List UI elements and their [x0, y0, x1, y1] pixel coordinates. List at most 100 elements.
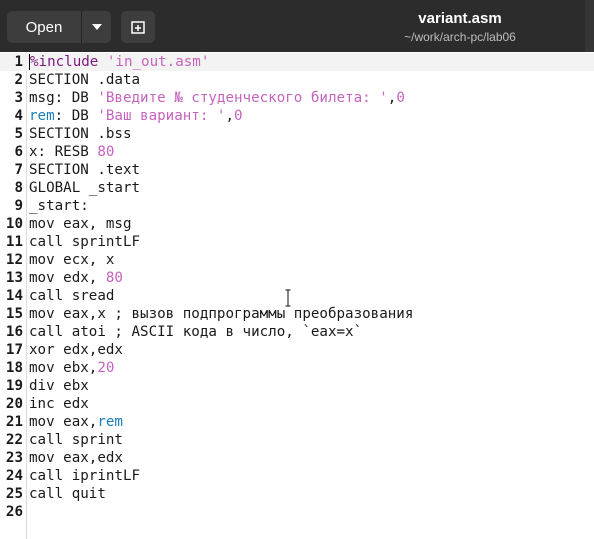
code-token: mov eax, msg — [29, 216, 132, 232]
line-number: 17 — [5, 342, 23, 358]
line-number: 23 — [5, 450, 23, 466]
line-number: 8 — [14, 180, 23, 196]
line-number: 26 — [5, 504, 23, 520]
line-number: 20 — [5, 396, 23, 412]
code-text: call iprintLF — [29, 467, 140, 485]
line-number: 9 — [14, 198, 23, 214]
code-text: mov eax,x ; вызов подпрограммы преобразо… — [29, 305, 413, 323]
code-token: : DB — [54, 108, 98, 124]
code-text: call sprint — [29, 431, 123, 449]
line-number: 11 — [5, 234, 23, 250]
new-tab-icon — [131, 21, 145, 34]
line-number: 13 — [5, 270, 23, 286]
code-text: rem: DB 'Ваш вариант: ',0 — [29, 107, 243, 125]
code-token: mov ebx, — [29, 360, 98, 376]
code-token: xor edx,edx — [29, 342, 123, 358]
code-token: call atoi ; ASCII кода в число, `eax=x` — [29, 324, 363, 340]
code-token: call quit — [29, 486, 106, 502]
line-number: 5 — [14, 126, 23, 142]
open-button[interactable]: Open — [7, 11, 82, 43]
code-token: call sprint — [29, 432, 123, 448]
line-number: 1 — [14, 54, 23, 70]
code-token: SECTION .data — [29, 72, 141, 88]
code-token: mov eax,x ; вызов подпрограммы преобразо… — [29, 306, 414, 322]
code-token: rem — [97, 414, 123, 430]
code-text: x: RESB 80 — [29, 143, 114, 161]
line-number: 22 — [5, 432, 23, 448]
code-token: mov eax, — [29, 414, 98, 430]
line-number: 14 — [5, 288, 23, 304]
code-token: 20 — [97, 360, 115, 376]
code-text: call quit — [29, 485, 106, 503]
code-editor[interactable]: 1 %include 'in_out.asm' 2 SECTION .data 3 msg… — [0, 52, 594, 539]
text-cursor-icon — [285, 289, 291, 307]
line-number: 18 — [5, 360, 23, 376]
code-token: 0 — [234, 108, 243, 124]
code-text: inc edx — [29, 395, 89, 413]
code-text: %include 'in_out.asm' — [29, 53, 209, 71]
open-menu-button[interactable] — [82, 11, 111, 43]
code-token: mov ecx, x — [29, 252, 115, 268]
code-text: div ebx — [29, 377, 89, 395]
header-bar: Open variant.asm ~/work/arch-pc/lab06 — [0, 0, 594, 52]
code-token: %include — [30, 54, 107, 70]
code-text: SECTION .text — [29, 161, 140, 179]
code-token: 0 — [396, 90, 405, 106]
code-token: inc edx — [29, 396, 89, 412]
line-number: 2 — [14, 72, 23, 88]
code-token: 80 — [97, 144, 115, 160]
code-text: mov ebx,20 — [29, 359, 114, 377]
line-number: 7 — [14, 162, 23, 178]
code-text: xor edx,edx — [29, 341, 123, 359]
line-number: 19 — [5, 378, 23, 394]
code-token: 'Введите № студенческого билета: ' — [97, 90, 388, 106]
code-token: mov edx, — [29, 270, 106, 286]
code-token: SECTION .bss — [29, 126, 132, 142]
code-text: call atoi ; ASCII кода в число, `eax=x` — [29, 323, 362, 341]
file-name: variant.asm — [418, 10, 502, 27]
code-token: div ebx — [29, 378, 89, 394]
line-number: 3 — [14, 90, 23, 106]
open-button-group: Open — [7, 11, 111, 43]
line-number: 4 — [14, 108, 23, 124]
code-text: msg: DB 'Введите № студенческого билета:… — [29, 89, 405, 107]
code-text: GLOBAL _start — [29, 179, 140, 197]
code-token: msg: DB — [29, 90, 98, 106]
line-number: 15 — [5, 306, 23, 322]
code-text: mov edx, 80 — [29, 269, 123, 287]
line-number: 25 — [5, 486, 23, 502]
code-token: SECTION .text — [29, 162, 141, 178]
code-text: mov ecx, x — [29, 251, 114, 269]
code-token: call sprintLF — [29, 234, 141, 250]
code-text: SECTION .data — [29, 71, 140, 89]
code-text: mov eax, msg — [29, 215, 132, 233]
code-token: 'Ваш вариант: ' — [97, 108, 226, 124]
code-token: 'in_out.asm' — [106, 54, 210, 70]
code-line[interactable]: 1 %include 'in_out.asm' — [0, 53, 594, 71]
line-number: 21 — [5, 414, 23, 430]
line-number: 6 — [14, 144, 23, 160]
line-number: 24 — [5, 468, 23, 484]
code-token: GLOBAL _start — [29, 180, 141, 196]
code-text: _start: — [29, 197, 89, 215]
line-number: 12 — [5, 252, 23, 268]
window-title: variant.asm ~/work/arch-pc/lab06 — [340, 9, 580, 45]
code-token: 80 — [105, 270, 123, 286]
code-token: call sread — [29, 288, 115, 304]
header-edge — [585, 0, 594, 52]
line-number: 10 — [5, 216, 23, 232]
new-tab-button[interactable] — [121, 11, 155, 43]
code-text: call sprintLF — [29, 233, 140, 251]
code-token: , — [225, 108, 235, 124]
code-text: mov eax,rem — [29, 413, 123, 431]
line-number: 16 — [5, 324, 23, 340]
code-text: SECTION .bss — [29, 125, 132, 143]
code-token: rem — [29, 108, 55, 124]
code-token: call iprintLF — [29, 468, 141, 484]
code-token: mov eax,edx — [29, 450, 123, 466]
code-token: _start: — [29, 198, 89, 214]
code-text: call sread — [29, 287, 114, 305]
chevron-down-icon — [91, 24, 102, 30]
file-path: ~/work/arch-pc/lab06 — [404, 30, 516, 44]
code-text: mov eax,edx — [29, 449, 123, 467]
